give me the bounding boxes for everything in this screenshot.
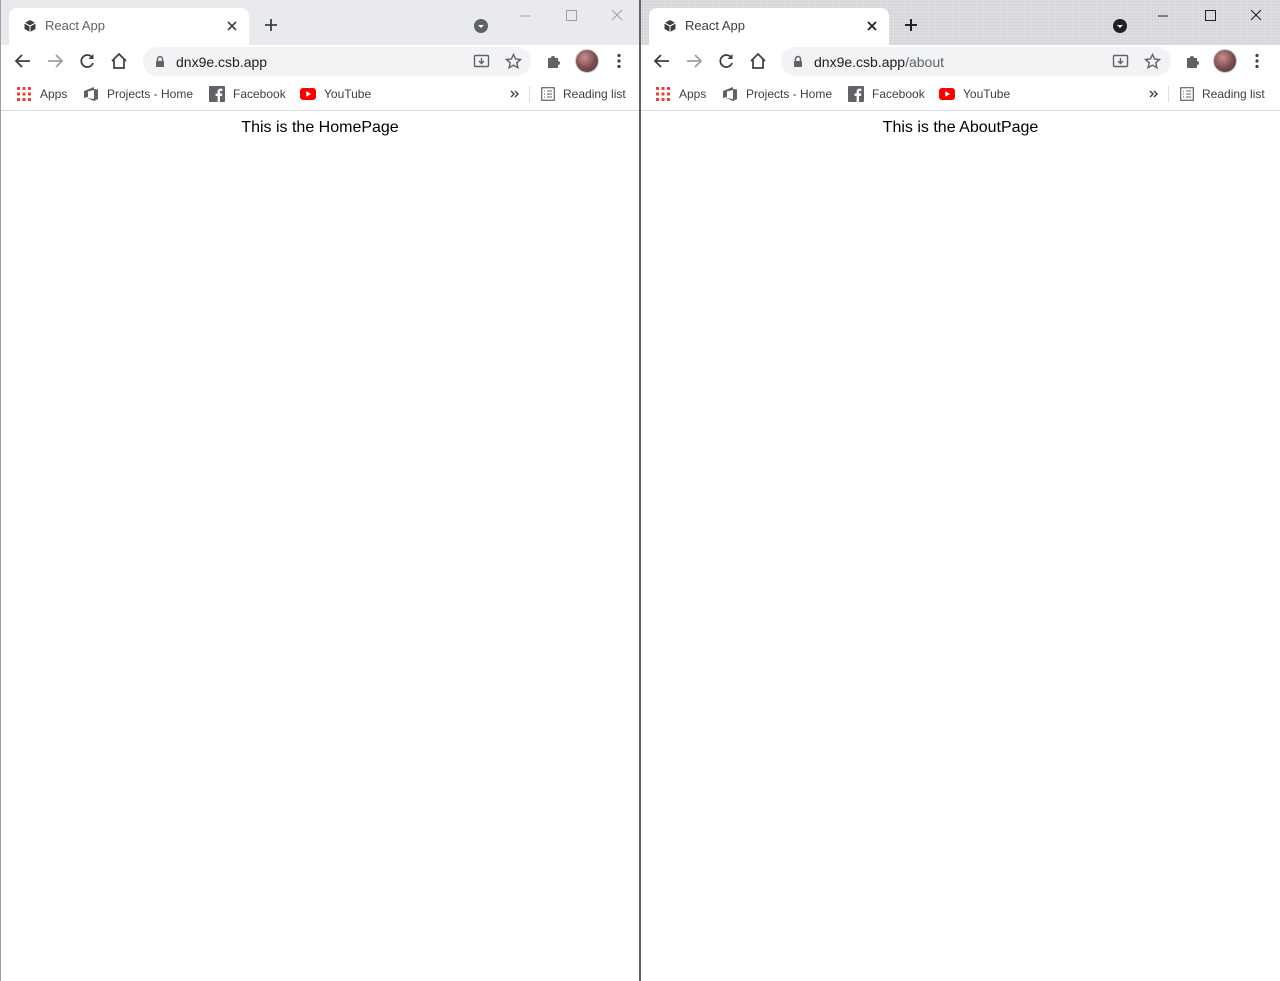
minimize-icon[interactable] (1152, 6, 1174, 26)
close-tab-icon[interactable] (225, 19, 239, 33)
apps-grid-icon (17, 87, 31, 101)
browser-window-left: React App dnx9e.csb.app Apps Projects - … (0, 0, 639, 981)
address-bar[interactable]: dnx9e.csb.app (143, 47, 531, 76)
bookmarks-divider (529, 86, 530, 102)
bookmark-apps[interactable]: Apps (655, 85, 706, 103)
tab-react-app[interactable]: React App (649, 8, 889, 45)
forward-icon[interactable] (46, 52, 64, 70)
page-content: This is the AboutPage (641, 112, 1280, 981)
url-host: dnx9e.csb.app (814, 54, 906, 70)
bookmarks-bar: Apps Projects - Home Facebook YouTube Re… (1, 78, 639, 111)
bookmarks-bar: Apps Projects - Home Facebook YouTube Re… (641, 78, 1280, 111)
page-heading: This is the HomePage (241, 119, 399, 136)
reading-list-icon (1180, 87, 1194, 101)
bookmark-label: YouTube (324, 87, 372, 101)
reload-icon[interactable] (717, 52, 735, 70)
apps-grid-icon (656, 87, 670, 101)
extensions-icon[interactable] (1184, 52, 1202, 70)
back-icon[interactable] (14, 52, 32, 70)
youtube-icon (939, 88, 955, 100)
forward-icon[interactable] (685, 52, 703, 70)
new-tab-icon[interactable] (903, 17, 919, 33)
close-tab-icon[interactable] (865, 19, 879, 33)
youtube-icon (300, 88, 316, 100)
minimize-icon[interactable] (514, 6, 536, 26)
bookmark-apps[interactable]: Apps (16, 85, 67, 103)
close-window-icon[interactable] (1245, 6, 1267, 26)
bookmark-label: Apps (40, 87, 68, 101)
azure-devops-icon (723, 87, 737, 101)
url-host: dnx9e.csb.app (176, 54, 268, 70)
bookmark-facebook[interactable]: Facebook (848, 85, 925, 103)
bookmark-label: Projects - Home (107, 87, 194, 101)
menu-kebab-icon[interactable] (610, 52, 628, 70)
more-bookmarks-chevron-icon[interactable] (1148, 85, 1168, 103)
lock-icon[interactable] (793, 55, 803, 68)
reading-list-button[interactable]: Reading list (541, 85, 626, 103)
bookmark-projects-home[interactable]: Projects - Home (722, 85, 832, 103)
url-text[interactable]: dnx9e.csb.app/about (814, 54, 944, 70)
tab-title: React App (45, 18, 105, 33)
bookmark-projects-home[interactable]: Projects - Home (83, 85, 193, 103)
page-heading: This is the AboutPage (882, 119, 1039, 136)
url-text[interactable]: dnx9e.csb.app (176, 54, 267, 70)
bookmark-label: Facebook (233, 87, 286, 101)
reading-list-icon (541, 87, 555, 101)
bookmark-youtube[interactable]: YouTube (939, 85, 1010, 103)
home-icon[interactable] (749, 52, 767, 70)
tab-strip: React App (641, 0, 1280, 45)
tab-search-icon[interactable] (473, 18, 489, 34)
browser-window-right: React App dnx9e.csb.app/about Apps Proje… (641, 0, 1280, 981)
tab-strip: React App (1, 0, 639, 45)
home-icon[interactable] (110, 52, 128, 70)
back-icon[interactable] (653, 52, 671, 70)
reading-list-label: Reading list (1202, 87, 1265, 101)
bookmark-label: Apps (679, 87, 707, 101)
bookmark-label: YouTube (963, 87, 1011, 101)
tab-title: React App (685, 18, 745, 33)
bookmarks-divider (1168, 86, 1169, 102)
extensions-icon[interactable] (545, 52, 563, 70)
url-path: /about (905, 54, 945, 70)
install-app-icon[interactable] (1112, 53, 1129, 70)
install-app-icon[interactable] (473, 53, 490, 70)
bookmark-youtube[interactable]: YouTube (300, 85, 371, 103)
page-content: This is the HomePage (1, 112, 639, 981)
tab-react-app[interactable]: React App (9, 8, 249, 45)
lock-icon[interactable] (155, 55, 165, 68)
more-bookmarks-chevron-icon[interactable] (509, 85, 529, 103)
close-window-icon[interactable] (606, 6, 628, 26)
bookmark-facebook[interactable]: Facebook (209, 85, 286, 103)
facebook-icon (848, 86, 864, 102)
maximize-icon[interactable] (560, 6, 582, 26)
tab-search-icon[interactable] (1112, 18, 1128, 34)
menu-kebab-icon[interactable] (1248, 52, 1266, 70)
reading-list-label: Reading list (563, 87, 626, 101)
new-tab-icon[interactable] (263, 17, 279, 33)
codesandbox-icon (663, 19, 677, 33)
bookmark-star-icon[interactable] (504, 52, 523, 70)
bookmark-label: Facebook (872, 87, 925, 101)
toolbar: dnx9e.csb.app (1, 45, 639, 78)
bookmark-star-icon[interactable] (1143, 52, 1162, 70)
maximize-icon[interactable] (1199, 6, 1221, 26)
profile-avatar[interactable] (1213, 49, 1237, 73)
address-bar[interactable]: dnx9e.csb.app/about (781, 47, 1171, 76)
bookmark-label: Projects - Home (746, 87, 833, 101)
profile-avatar[interactable] (575, 49, 599, 73)
facebook-icon (209, 86, 225, 102)
codesandbox-icon (23, 19, 37, 33)
reload-icon[interactable] (78, 52, 96, 70)
toolbar: dnx9e.csb.app/about (641, 45, 1280, 78)
azure-devops-icon (84, 87, 98, 101)
reading-list-button[interactable]: Reading list (1180, 85, 1265, 103)
